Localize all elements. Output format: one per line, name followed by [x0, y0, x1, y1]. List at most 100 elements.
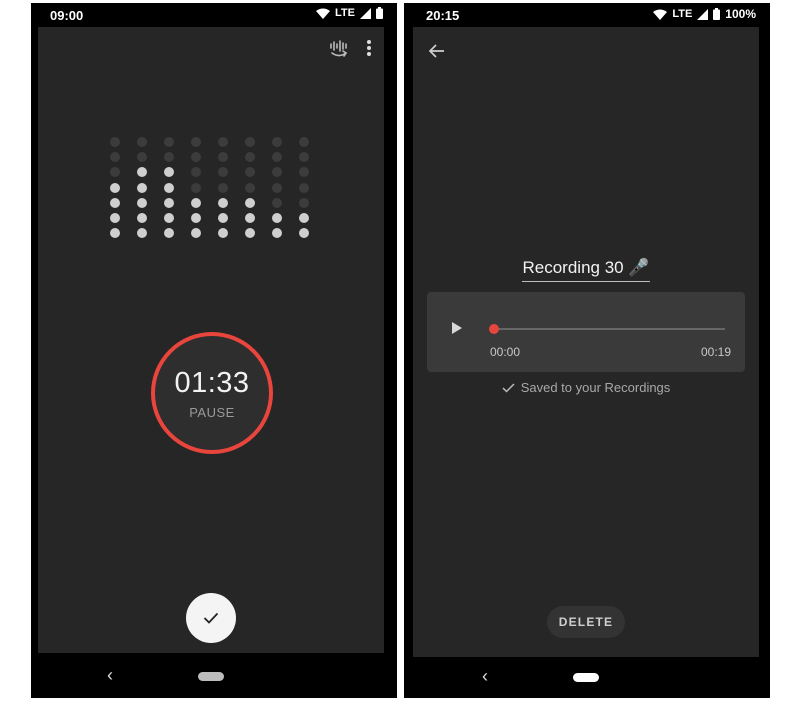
- level-dot: [191, 137, 201, 147]
- level-dot: [218, 213, 228, 223]
- navigation-bar: ‹: [31, 653, 397, 698]
- current-time: 00:00: [490, 345, 521, 359]
- arrow-back-icon[interactable]: [428, 43, 446, 59]
- playback-scrubber[interactable]: [489, 324, 499, 334]
- network-type: LTE: [672, 8, 693, 20]
- level-dot: [245, 197, 255, 208]
- level-dot: [137, 167, 147, 178]
- level-dot: [299, 137, 309, 147]
- saved-confirmation: Saved to your Recordings: [413, 380, 759, 395]
- playback-progress-track[interactable]: [493, 328, 725, 330]
- signal-icon: [697, 8, 709, 20]
- level-dot: [137, 152, 147, 163]
- check-icon: [203, 612, 219, 624]
- level-dot: [245, 137, 255, 147]
- level-dot: [245, 182, 255, 193]
- recorder-phone: 09:00 LTE 01:33 PAUSE ‹: [31, 3, 397, 698]
- level-dot: [164, 167, 174, 178]
- level-dot: [110, 152, 120, 163]
- battery-icon: [376, 7, 383, 19]
- level-dot: [191, 197, 201, 208]
- level-dot: [272, 213, 282, 223]
- level-dot: [110, 197, 120, 208]
- level-dot: [137, 213, 147, 223]
- level-dot: [164, 197, 174, 208]
- more-vert-icon[interactable]: [366, 39, 372, 57]
- battery-percent: 100%: [725, 7, 756, 21]
- level-dot: [137, 228, 147, 239]
- top-action-bar: [328, 39, 372, 57]
- record-timer-button[interactable]: 01:33 PAUSE: [151, 332, 273, 454]
- level-dot: [218, 197, 228, 208]
- level-dot: [218, 137, 228, 147]
- status-bar: 20:15 LTE 100%: [404, 3, 770, 27]
- level-dot: [272, 137, 282, 147]
- status-icons: LTE 100%: [653, 7, 756, 21]
- level-dot: [137, 137, 147, 147]
- level-dot: [299, 197, 309, 208]
- level-dot: [245, 228, 255, 239]
- level-dot: [272, 182, 282, 193]
- total-time: 00:19: [700, 345, 731, 359]
- level-dot: [299, 152, 309, 163]
- level-dot: [245, 152, 255, 163]
- level-dot: [245, 213, 255, 223]
- network-type: LTE: [335, 7, 355, 19]
- done-button[interactable]: [186, 593, 236, 643]
- level-dot: [110, 167, 120, 178]
- level-dot: [191, 182, 201, 193]
- level-dot: [191, 167, 201, 178]
- level-dot: [218, 182, 228, 193]
- check-icon: [502, 382, 515, 393]
- nav-back-icon[interactable]: ‹: [482, 666, 488, 687]
- timer-value: 01:33: [174, 366, 250, 399]
- signal-icon: [360, 7, 371, 19]
- navigation-bar: ‹: [404, 653, 770, 698]
- level-dot: [272, 167, 282, 178]
- pause-label: PAUSE: [189, 404, 235, 420]
- audio-player-card: 00:00 00:19: [427, 292, 745, 372]
- level-dot: [110, 182, 120, 193]
- play-icon[interactable]: [451, 321, 463, 335]
- level-dot: [218, 167, 228, 178]
- level-dot: [164, 213, 174, 223]
- level-dot: [191, 213, 201, 223]
- level-dot: [299, 167, 309, 178]
- level-dot: [272, 152, 282, 163]
- level-dot: [164, 182, 174, 193]
- level-dot: [299, 213, 309, 223]
- level-dot: [164, 228, 174, 239]
- battery-icon: [713, 8, 721, 20]
- level-dot: [299, 182, 309, 193]
- level-dot: [110, 213, 120, 223]
- level-dot: [137, 182, 147, 193]
- recording-title-wrap: Recording 30 🎤: [413, 258, 759, 282]
- delete-button[interactable]: DELETE: [547, 606, 625, 638]
- level-dot: [191, 152, 201, 163]
- level-dot: [164, 152, 174, 163]
- level-dot: [218, 152, 228, 163]
- wifi-icon: [653, 9, 668, 20]
- nav-home-pill[interactable]: [573, 673, 599, 682]
- level-dot: [218, 228, 228, 239]
- level-dot: [110, 137, 120, 147]
- level-dot: [191, 228, 201, 239]
- level-dot: [272, 197, 282, 208]
- status-bar: 09:00 LTE: [31, 3, 397, 27]
- playback-screen: Recording 30 🎤 00:00 00:19 Saved to your…: [413, 27, 759, 657]
- recorder-screen: 01:33 PAUSE: [38, 27, 384, 653]
- level-dot: [299, 228, 309, 239]
- status-time: 20:15: [426, 8, 460, 23]
- nav-home-pill[interactable]: [198, 672, 224, 681]
- status-time: 09:00: [50, 8, 84, 23]
- wifi-icon: [316, 8, 331, 19]
- saved-message: Saved to your Recordings: [520, 380, 671, 395]
- level-dot: [272, 228, 282, 239]
- status-icons: LTE: [316, 7, 383, 19]
- nav-back-icon[interactable]: ‹: [107, 665, 113, 686]
- noise-reduction-icon[interactable]: [328, 39, 350, 57]
- level-dot: [110, 228, 120, 239]
- recording-title-input[interactable]: Recording 30 🎤: [522, 258, 650, 282]
- level-dot: [137, 197, 147, 208]
- level-dot: [245, 167, 255, 178]
